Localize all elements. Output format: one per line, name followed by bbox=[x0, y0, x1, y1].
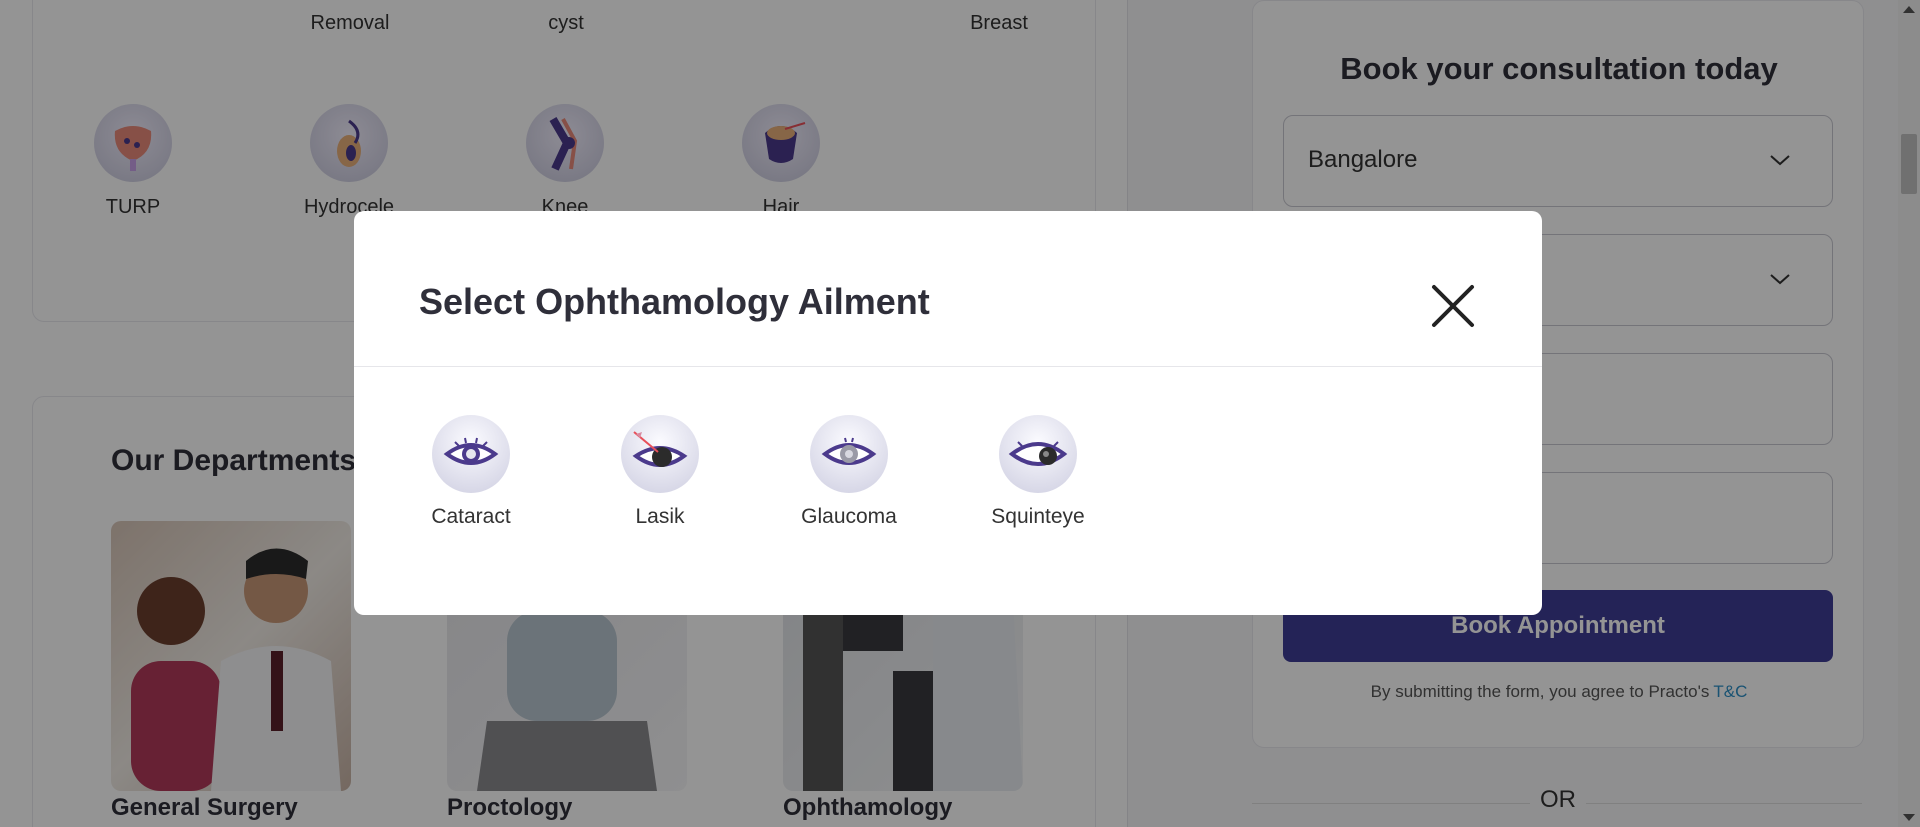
option-cataract[interactable]: Cataract bbox=[401, 415, 541, 529]
ailment-modal: Select Ophthamology Ailment Cataract Las… bbox=[354, 211, 1542, 615]
lasik-icon bbox=[621, 415, 699, 493]
squinteye-icon bbox=[999, 415, 1077, 493]
modal-divider bbox=[354, 366, 1542, 367]
modal-title: Select Ophthamology Ailment bbox=[419, 281, 930, 322]
option-glaucoma[interactable]: Glaucoma bbox=[779, 415, 919, 529]
close-icon[interactable] bbox=[1430, 283, 1476, 329]
glaucoma-icon bbox=[810, 415, 888, 493]
option-label: Cataract bbox=[431, 505, 511, 528]
option-lasik[interactable]: Lasik bbox=[590, 415, 730, 529]
option-label: Squinteye bbox=[991, 505, 1085, 528]
option-label: Lasik bbox=[635, 505, 685, 528]
cataract-icon bbox=[432, 415, 510, 493]
option-label: Glaucoma bbox=[801, 505, 897, 528]
option-squinteye[interactable]: Squinteye bbox=[968, 415, 1108, 529]
